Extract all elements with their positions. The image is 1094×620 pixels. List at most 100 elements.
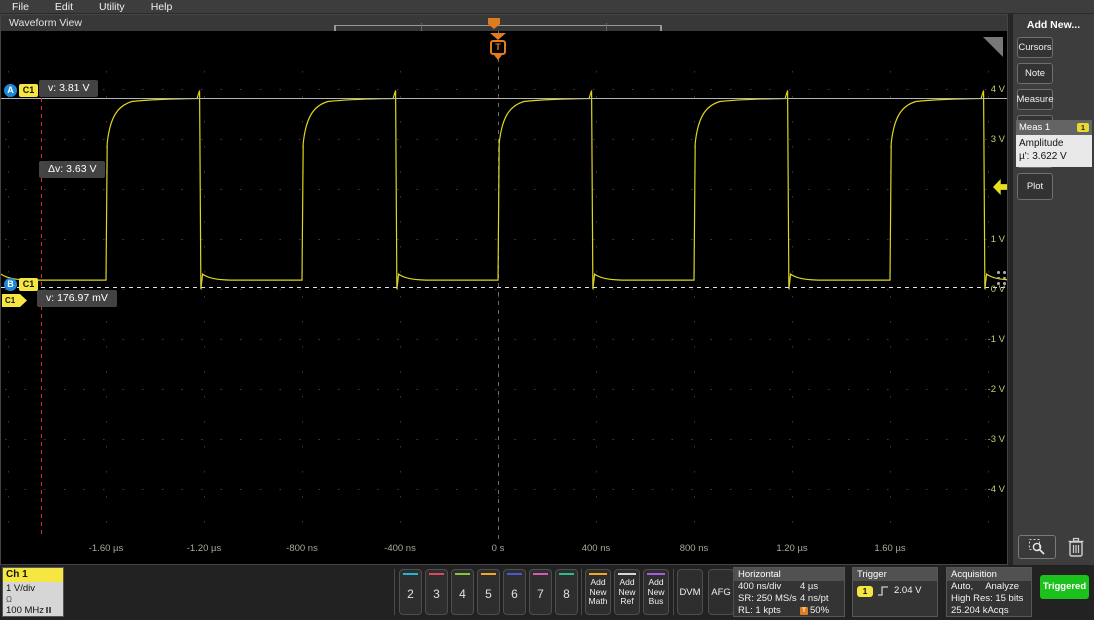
add-new-cursors-button[interactable]: Cursors bbox=[1017, 37, 1053, 58]
waveform-view: Waveform View T A C1 v: 3.81 V Δv: 3.63 … bbox=[0, 14, 1008, 565]
channel3-button[interactable]: 3 bbox=[425, 569, 448, 615]
channel1-bandwidth: 100 MHz bbox=[6, 605, 44, 616]
add-new-math-button[interactable]: Add New Math bbox=[585, 569, 611, 615]
separator bbox=[581, 569, 582, 615]
horizontal-settings-card[interactable]: Horizontal 400 ns/div4 µs SR: 250 MS/s4 … bbox=[733, 567, 845, 617]
cursor-b-channel-badge[interactable]: C1 bbox=[19, 278, 38, 291]
acquisition-settings-card[interactable]: Acquisition Auto,Analyze High Res: 15 bi… bbox=[946, 567, 1032, 617]
cursor-a-line[interactable] bbox=[1, 98, 1007, 99]
channel-color-stripe bbox=[455, 573, 470, 575]
trigger-settings-card[interactable]: Trigger 1 2.04 V bbox=[852, 567, 938, 617]
horizontal-scale: 400 ns/div bbox=[738, 581, 800, 593]
y-axis-label: 4 V bbox=[975, 84, 1005, 95]
measurement-card[interactable]: Meas 1 1 Amplitude µ': 3.622 V bbox=[1016, 120, 1092, 167]
add-new-measure-button[interactable]: Measure bbox=[1017, 89, 1053, 110]
channel8-button[interactable]: 8 bbox=[555, 569, 578, 615]
gridline-horizontal bbox=[5, 239, 989, 240]
horizontal-resolution: 4 ns/pt bbox=[800, 593, 829, 605]
panel-grip-handle[interactable] bbox=[997, 271, 1006, 285]
gridline-vertical bbox=[498, 71, 499, 533]
add-new-note-button[interactable]: Note bbox=[1017, 63, 1053, 84]
channel-number: 3 bbox=[426, 587, 447, 601]
badge-color-stripe bbox=[618, 573, 636, 575]
gridline-horizontal bbox=[5, 339, 989, 340]
add-new-buttons: CursorsNoteMeasureSearchResults TablePlo… bbox=[1013, 31, 1094, 200]
menu-item-help[interactable]: Help bbox=[151, 1, 173, 13]
x-axis-label: -800 ns bbox=[272, 543, 332, 554]
y-axis-label: -4 V bbox=[975, 484, 1005, 495]
add-new-plot-button[interactable]: Plot bbox=[1017, 173, 1053, 200]
trigger-flag[interactable]: T bbox=[490, 33, 506, 61]
channel5-button[interactable]: 5 bbox=[477, 569, 500, 615]
measurement-title: Meas 1 bbox=[1019, 120, 1050, 135]
trigger-flag-tail-icon bbox=[494, 55, 502, 60]
zoom-corner-icon[interactable] bbox=[983, 37, 1003, 57]
cursor-delta-readout[interactable]: Δv: 3.63 V bbox=[39, 161, 105, 178]
acquisition-title: Acquisition bbox=[947, 568, 1031, 581]
add-new-bus-button[interactable]: Add New Bus bbox=[643, 569, 669, 615]
gridline-horizontal bbox=[5, 439, 989, 440]
gridline-vertical bbox=[204, 71, 205, 533]
cursor-a-channel-badge[interactable]: C1 bbox=[19, 84, 38, 97]
menu-item-edit[interactable]: Edit bbox=[55, 1, 73, 13]
channel-number: 7 bbox=[530, 587, 551, 601]
afg-button[interactable]: AFG bbox=[708, 569, 734, 615]
cursor-b-line[interactable] bbox=[1, 287, 1007, 288]
cursor-a-readout[interactable]: v: 3.81 V bbox=[39, 80, 98, 97]
trigger-source-badge: 1 bbox=[857, 586, 873, 597]
x-axis-label: -1.20 µs bbox=[174, 543, 234, 554]
graticule-area: T A C1 v: 3.81 V Δv: 3.63 V B C1 v: 176.… bbox=[1, 31, 1007, 564]
channel-number: 5 bbox=[478, 587, 499, 601]
cursor-b-badge[interactable]: B bbox=[4, 278, 17, 291]
trigger-level-arrow[interactable] bbox=[993, 179, 1007, 195]
channel6-button[interactable]: 6 bbox=[503, 569, 526, 615]
y-axis-label: 3 V bbox=[975, 134, 1005, 145]
separator bbox=[394, 569, 395, 615]
channel2-button[interactable]: 2 bbox=[399, 569, 422, 615]
bandwidth-limit-icon bbox=[46, 607, 53, 613]
right-panel: Add New... CursorsNoteMeasureSearchResul… bbox=[1012, 14, 1094, 565]
add-button-label: Add New Ref bbox=[615, 578, 639, 607]
measurement-value: µ': 3.622 V bbox=[1019, 150, 1089, 163]
dvm-button[interactable]: DVM bbox=[677, 569, 703, 615]
x-axis-label: 400 ns bbox=[566, 543, 626, 554]
measurement-body: Amplitude µ': 3.622 V bbox=[1016, 135, 1092, 167]
acquisition-analyze: Analyze bbox=[985, 581, 1019, 593]
badge-color-stripe bbox=[589, 573, 607, 575]
channel-color-stripe bbox=[559, 573, 574, 575]
gridline-horizontal bbox=[5, 389, 989, 390]
channel7-button[interactable]: 7 bbox=[529, 569, 552, 615]
trigger-flag-label: T bbox=[490, 40, 506, 55]
separator bbox=[673, 569, 674, 615]
channel-number: 6 bbox=[504, 587, 525, 601]
x-axis-label: 1.60 µs bbox=[860, 543, 920, 554]
trigger-status-badge: Triggered bbox=[1040, 575, 1089, 599]
channel4-button[interactable]: 4 bbox=[451, 569, 474, 615]
channel-number: 8 bbox=[556, 587, 577, 601]
badge-color-stripe bbox=[647, 573, 665, 575]
channel-number: 4 bbox=[452, 587, 473, 601]
cursor-b-readout[interactable]: v: 176.97 mV bbox=[37, 290, 117, 307]
gridline-vertical bbox=[596, 71, 597, 533]
y-axis-label: -3 V bbox=[975, 434, 1005, 445]
add-button-label: Add New Bus bbox=[644, 578, 668, 607]
gridline-vertical bbox=[890, 71, 891, 533]
measurement-header: Meas 1 1 bbox=[1016, 120, 1092, 135]
trash-icon[interactable] bbox=[1067, 537, 1087, 559]
measurement-source-badge: 1 bbox=[1077, 123, 1089, 132]
cursor-a-badge[interactable]: A bbox=[4, 84, 17, 97]
waveform-view-tab[interactable]: Waveform View bbox=[9, 17, 82, 29]
y-axis-label: -2 V bbox=[975, 384, 1005, 395]
channel1-badge[interactable]: Ch 1 1 V/div Ω 100 MHz bbox=[2, 567, 64, 617]
channel1-ground-marker[interactable]: C1 bbox=[2, 294, 27, 307]
menu-item-utility[interactable]: Utility bbox=[99, 1, 125, 13]
rising-edge-icon bbox=[878, 585, 889, 597]
acquisition-mode: Auto, bbox=[951, 581, 973, 593]
menu-item-file[interactable]: File bbox=[12, 1, 29, 13]
overview-tick bbox=[606, 23, 607, 31]
channel1-title: Ch 1 bbox=[3, 568, 63, 582]
horizontal-title: Horizontal bbox=[734, 568, 844, 581]
channel-color-stripe bbox=[429, 573, 444, 575]
add-new-ref-button[interactable]: Add New Ref bbox=[614, 569, 640, 615]
zoom-box-button[interactable] bbox=[1018, 535, 1056, 559]
